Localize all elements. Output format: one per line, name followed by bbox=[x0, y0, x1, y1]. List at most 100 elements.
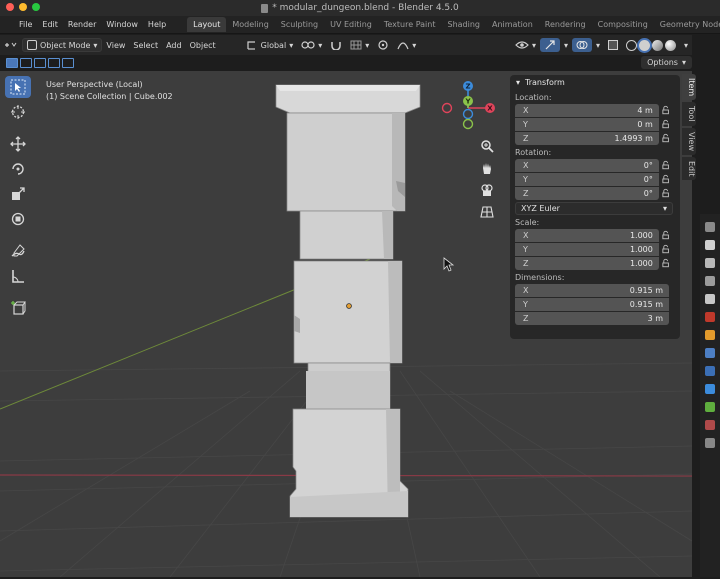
mode-dropdown[interactable]: Object Mode ▾ bbox=[22, 38, 103, 52]
render-properties-icon[interactable] bbox=[705, 240, 715, 250]
tab-compositing[interactable]: Compositing bbox=[592, 17, 654, 32]
tab-item[interactable]: Item bbox=[682, 74, 696, 101]
chevron-down-icon[interactable]: ▾ bbox=[592, 38, 604, 52]
menu-object[interactable]: Object bbox=[186, 38, 220, 52]
move-tool[interactable] bbox=[5, 133, 31, 155]
rotation-z-field[interactable]: Z 0° bbox=[515, 186, 659, 200]
tab-view[interactable]: View bbox=[682, 127, 696, 155]
proportional-falloff-dropdown[interactable]: ▾ bbox=[393, 38, 420, 52]
gizmo-neg-y-axis[interactable] bbox=[462, 118, 474, 130]
transform-tool[interactable] bbox=[5, 208, 31, 230]
zoom-button[interactable] bbox=[478, 137, 496, 155]
output-properties-icon[interactable] bbox=[705, 258, 715, 268]
gizmo-toggle[interactable] bbox=[539, 38, 560, 52]
scale-tool[interactable] bbox=[5, 183, 31, 205]
pivot-dropdown[interactable]: ▾ bbox=[297, 38, 326, 52]
scene-properties-icon[interactable] bbox=[705, 294, 715, 304]
rendered-shading-icon[interactable] bbox=[664, 39, 676, 51]
dimensions-z-field[interactable]: Z 3 m bbox=[515, 311, 669, 325]
close-window-button[interactable] bbox=[6, 3, 14, 11]
lock-icon[interactable] bbox=[661, 258, 672, 268]
minimize-window-button[interactable] bbox=[19, 3, 27, 11]
lock-icon[interactable] bbox=[661, 119, 672, 129]
add-cube-tool[interactable] bbox=[5, 297, 31, 319]
dimensions-y-field[interactable]: Y 0.915 m bbox=[515, 297, 669, 311]
menu-render[interactable]: Render bbox=[63, 20, 101, 29]
select-extend-icon[interactable] bbox=[20, 58, 32, 68]
particles-properties-icon[interactable] bbox=[705, 366, 715, 376]
tab-texture-paint[interactable]: Texture Paint bbox=[378, 17, 442, 32]
chevron-down-icon[interactable]: ▾ bbox=[560, 38, 572, 52]
tab-sculpting[interactable]: Sculpting bbox=[275, 17, 324, 32]
rotate-tool[interactable] bbox=[5, 158, 31, 180]
world-properties-icon[interactable] bbox=[705, 312, 715, 322]
overlays-toggle[interactable] bbox=[571, 38, 592, 52]
modifier-properties-icon[interactable] bbox=[705, 348, 715, 358]
tab-shading[interactable]: Shading bbox=[441, 17, 486, 32]
orientation-dropdown[interactable]: Global ▾ bbox=[242, 38, 298, 52]
lock-icon[interactable] bbox=[661, 244, 672, 254]
physics-properties-icon[interactable] bbox=[705, 384, 715, 394]
dimensions-x-field[interactable]: X 0.915 m bbox=[515, 283, 669, 297]
solid-shading-icon[interactable] bbox=[638, 39, 650, 51]
lock-icon[interactable] bbox=[661, 105, 672, 115]
annotate-tool[interactable] bbox=[5, 240, 31, 262]
tab-tool[interactable]: Tool bbox=[682, 102, 696, 126]
tab-layout[interactable]: Layout bbox=[187, 17, 227, 32]
rotation-mode-dropdown[interactable]: XYZ Euler ▾ bbox=[515, 202, 673, 215]
proportional-editing-toggle[interactable] bbox=[373, 38, 393, 52]
rotation-y-field[interactable]: Y 0° bbox=[515, 172, 659, 186]
xray-toggle[interactable] bbox=[604, 38, 622, 52]
navigation-gizmo[interactable]: Z Y X bbox=[440, 80, 500, 140]
tab-uv-editing[interactable]: UV Editing bbox=[324, 17, 378, 32]
gizmo-neg-z-axis[interactable] bbox=[462, 108, 474, 120]
object-data-properties-icon[interactable] bbox=[705, 402, 715, 412]
cursor-tool[interactable] bbox=[5, 101, 31, 123]
lock-icon[interactable] bbox=[661, 133, 672, 143]
texture-properties-icon[interactable] bbox=[705, 438, 715, 448]
tab-animation[interactable]: Animation bbox=[486, 17, 539, 32]
transform-panel-header[interactable]: ▾ Transform bbox=[510, 75, 680, 90]
object-properties-icon[interactable] bbox=[705, 330, 715, 340]
select-box-tool[interactable] bbox=[5, 76, 31, 98]
lock-icon[interactable] bbox=[661, 160, 672, 170]
scale-x-field[interactable]: X 1.000 bbox=[515, 228, 659, 242]
scale-y-field[interactable]: Y 1.000 bbox=[515, 242, 659, 256]
tab-rendering[interactable]: Rendering bbox=[539, 17, 592, 32]
lock-icon[interactable] bbox=[661, 188, 672, 198]
chevron-down-icon[interactable]: ▾ bbox=[680, 38, 692, 52]
tab-modeling[interactable]: Modeling bbox=[226, 17, 274, 32]
editor-type-button[interactable] bbox=[0, 38, 22, 52]
menu-add[interactable]: Add bbox=[162, 38, 186, 52]
wireframe-shading-icon[interactable] bbox=[625, 39, 637, 51]
select-new-icon[interactable] bbox=[6, 58, 18, 68]
material-properties-icon[interactable] bbox=[705, 420, 715, 430]
tool-properties-icon[interactable] bbox=[705, 222, 715, 232]
measure-tool[interactable] bbox=[5, 265, 31, 287]
snap-toggle[interactable] bbox=[326, 38, 346, 52]
zoom-window-button[interactable] bbox=[32, 3, 40, 11]
menu-edit[interactable]: Edit bbox=[37, 20, 63, 29]
menu-help[interactable]: Help bbox=[143, 20, 171, 29]
menu-view[interactable]: View bbox=[102, 38, 129, 52]
menu-file[interactable]: File bbox=[14, 20, 37, 29]
options-dropdown[interactable]: Options ▾ bbox=[641, 56, 692, 69]
location-y-field[interactable]: Y 0 m bbox=[515, 117, 659, 131]
view-layer-properties-icon[interactable] bbox=[705, 276, 715, 286]
camera-view-button[interactable] bbox=[478, 181, 496, 199]
lock-icon[interactable] bbox=[661, 174, 672, 184]
snap-target-dropdown[interactable]: ▾ bbox=[346, 38, 373, 52]
select-invert-icon[interactable] bbox=[48, 58, 60, 68]
location-x-field[interactable]: X 4 m bbox=[515, 103, 659, 117]
menu-window[interactable]: Window bbox=[101, 20, 143, 29]
menu-select[interactable]: Select bbox=[129, 38, 162, 52]
perspective-toggle-button[interactable] bbox=[478, 203, 496, 221]
select-intersect-icon[interactable] bbox=[62, 58, 74, 68]
tab-geometry-nodes[interactable]: Geometry Nodes bbox=[654, 17, 720, 32]
material-shading-icon[interactable] bbox=[651, 39, 663, 51]
location-z-field[interactable]: Z 1.4993 m bbox=[515, 131, 659, 145]
lock-icon[interactable] bbox=[661, 230, 672, 240]
select-subtract-icon[interactable] bbox=[34, 58, 46, 68]
pan-button[interactable] bbox=[478, 159, 496, 177]
tab-edit[interactable]: Edit bbox=[682, 156, 696, 181]
